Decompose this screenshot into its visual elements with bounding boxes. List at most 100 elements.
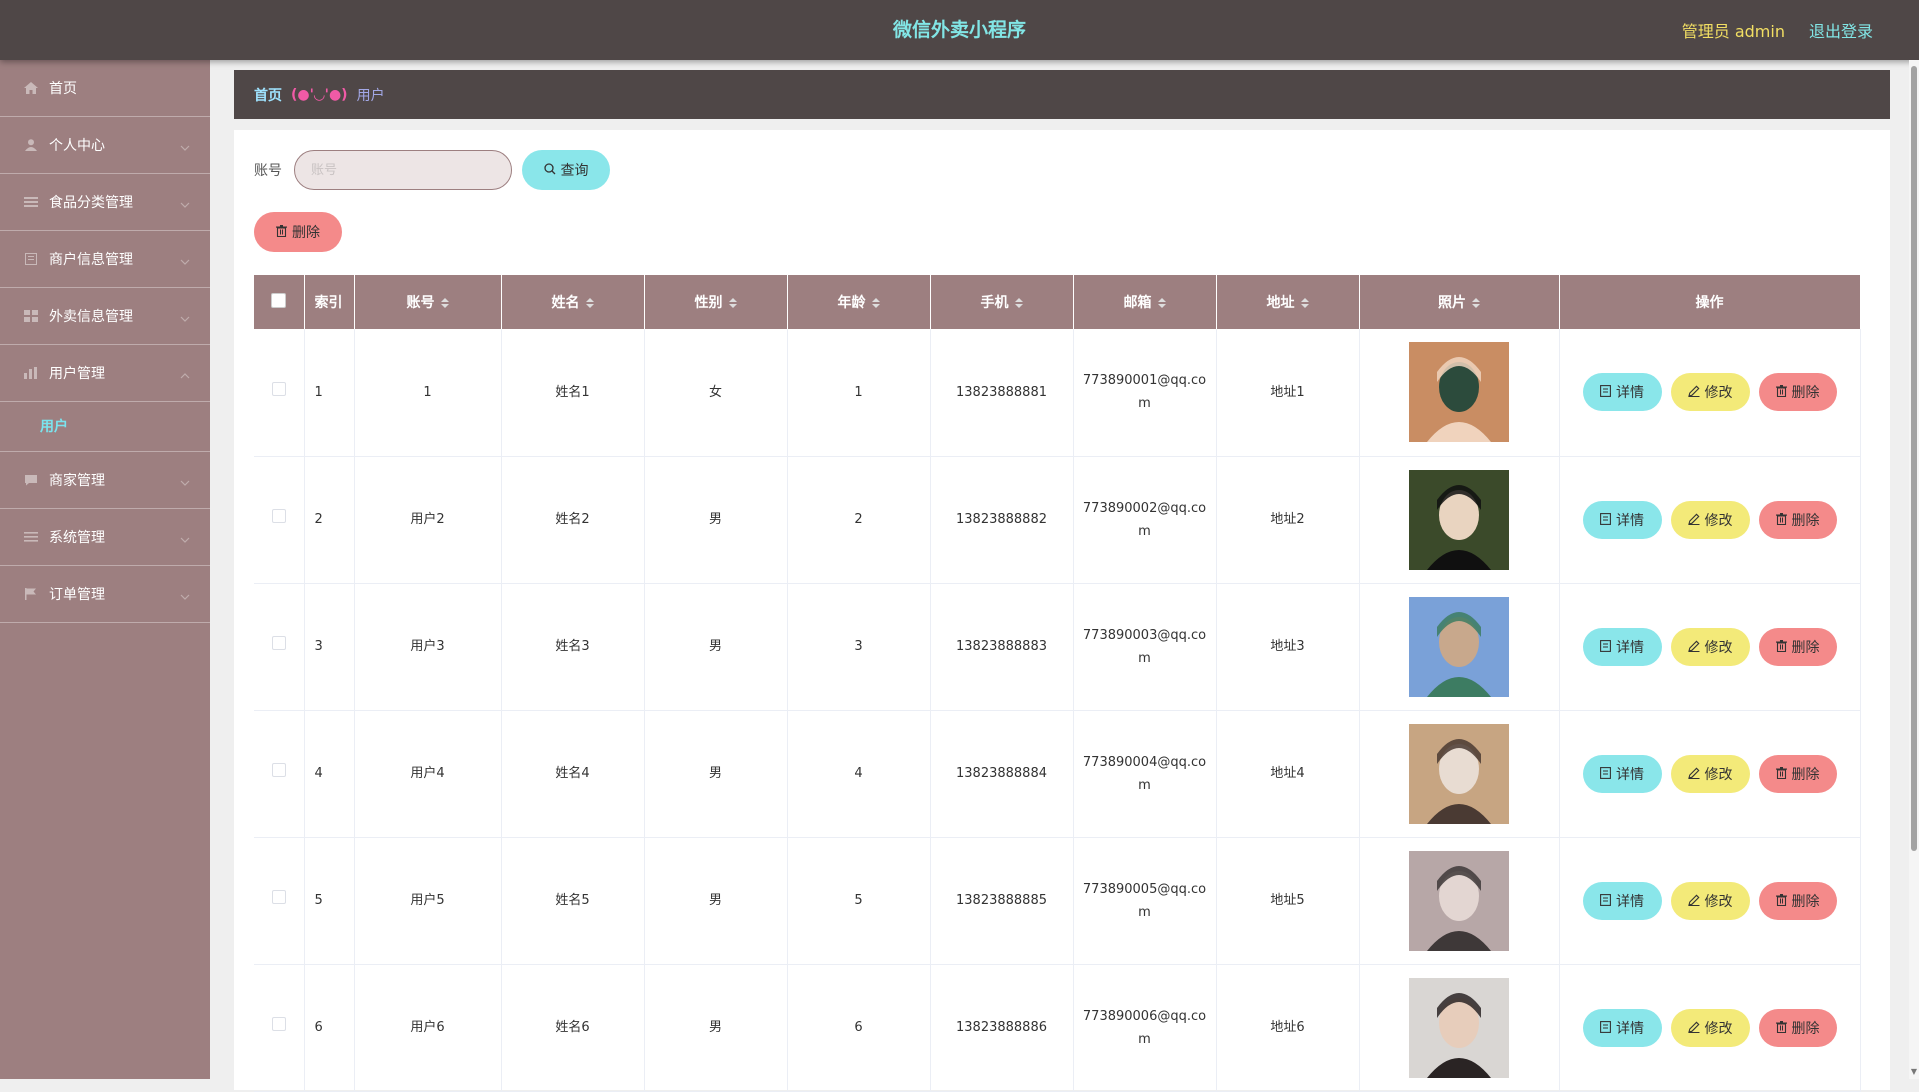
sidebar-item-personal-center[interactable]: 个人中心	[0, 117, 210, 174]
delete-button[interactable]: 删除	[1758, 881, 1837, 920]
edit-button[interactable]: 修改	[1670, 500, 1750, 539]
sort-icon[interactable]	[1300, 298, 1309, 308]
cell-phone: 13823888881	[930, 329, 1074, 456]
sidebar-item-user-management[interactable]: 用户管理	[0, 345, 210, 402]
detail-button[interactable]: 详情	[1582, 373, 1662, 412]
select-all-checkbox[interactable]	[271, 292, 287, 308]
delete-label: 删除	[1791, 892, 1820, 909]
header-account[interactable]: 账号	[354, 275, 502, 329]
grid-icon	[24, 310, 38, 322]
document-icon	[1600, 893, 1611, 909]
cell-age: 2	[787, 456, 931, 583]
detail-button[interactable]: 详情	[1582, 754, 1662, 793]
sidebar-item-takeout-info[interactable]: 外卖信息管理	[0, 288, 210, 345]
delete-button[interactable]: 删除	[1758, 500, 1837, 539]
breadcrumb: 首页 (●'◡'●) 用户	[234, 70, 1890, 119]
detail-button[interactable]: 详情	[1582, 1008, 1662, 1047]
sidebar-item-merchant-management[interactable]: 商家管理	[0, 452, 210, 509]
page-scrollbar[interactable]: ▼	[1909, 60, 1919, 1079]
header-email[interactable]: 邮箱	[1073, 275, 1217, 329]
delete-button[interactable]: 删除	[1758, 1008, 1837, 1047]
row-operations: 详情 修改 删除	[1560, 627, 1860, 666]
table-row: 3 用户3 姓名3 男 3 13823888883 773890003@qq.com 地址3 详…	[254, 583, 1861, 710]
sidebar-item-food-category[interactable]: 食品分类管理	[0, 174, 210, 231]
sidebar-item-label: 用户管理	[49, 366, 105, 382]
select-all-cell[interactable]	[254, 275, 305, 329]
header-address[interactable]: 地址	[1216, 275, 1360, 329]
row-select-cell[interactable]	[254, 964, 305, 1091]
cell-email: 773890003@qq.com	[1073, 583, 1217, 710]
document-icon	[1600, 1020, 1611, 1036]
query-button-label: 查询	[560, 162, 589, 178]
detail-button[interactable]: 详情	[1582, 500, 1662, 539]
row-checkbox[interactable]	[271, 763, 286, 777]
edit-label: 修改	[1704, 384, 1733, 401]
sort-icon[interactable]	[728, 298, 737, 308]
sidebar-item-order-management[interactable]: 订单管理	[0, 566, 210, 623]
edit-button[interactable]: 修改	[1670, 754, 1750, 793]
cell-index: 5	[304, 837, 355, 964]
row-select-cell[interactable]	[254, 329, 305, 456]
header-gender[interactable]: 性别	[644, 275, 788, 329]
delete-button[interactable]: 删除	[1758, 373, 1837, 412]
delete-button[interactable]: 删除	[1758, 627, 1837, 666]
bulk-delete-button[interactable]: 删除	[254, 212, 342, 252]
trash-icon	[276, 224, 287, 240]
sort-icon[interactable]	[585, 298, 594, 308]
edit-button[interactable]: 修改	[1670, 627, 1750, 666]
row-checkbox[interactable]	[271, 509, 286, 523]
detail-label: 详情	[1616, 765, 1644, 782]
pencil-icon	[1687, 1020, 1700, 1036]
row-select-cell[interactable]	[254, 456, 305, 583]
cell-age: 3	[787, 583, 931, 710]
row-checkbox[interactable]	[271, 890, 286, 904]
sidebar-subitem-user[interactable]: 用户	[0, 402, 210, 452]
delete-label: 删除	[1791, 511, 1820, 528]
user-photo[interactable]	[1409, 977, 1509, 1078]
row-select-cell[interactable]	[254, 710, 305, 837]
row-checkbox[interactable]	[271, 381, 286, 396]
row-select-cell[interactable]	[254, 837, 305, 964]
sort-icon[interactable]	[440, 298, 449, 308]
row-checkbox[interactable]	[271, 636, 286, 650]
scroll-down-arrow-icon[interactable]: ▼	[1909, 1067, 1919, 1077]
row-select-cell[interactable]	[254, 583, 305, 710]
user-photo[interactable]	[1409, 723, 1509, 824]
edit-button[interactable]: 修改	[1670, 881, 1750, 920]
sidebar-item-home[interactable]: 首页	[0, 60, 210, 117]
sidebar-item-merchant-info[interactable]: 商户信息管理	[0, 231, 210, 288]
sidebar-item-system-management[interactable]: 系统管理	[0, 509, 210, 566]
header-age[interactable]: 年龄	[787, 275, 931, 329]
row-checkbox[interactable]	[271, 1017, 286, 1031]
logout-link[interactable]: 退出登录	[1809, 18, 1873, 42]
sort-icon[interactable]	[1157, 298, 1166, 308]
edit-button[interactable]: 修改	[1670, 1008, 1750, 1047]
chevron-down-icon	[180, 531, 190, 547]
cell-address: 地址4	[1216, 710, 1360, 837]
header-name[interactable]: 姓名	[501, 275, 645, 329]
sidebar-item-label: 个人中心	[49, 138, 105, 154]
sort-icon[interactable]	[1014, 298, 1023, 308]
header-photo[interactable]: 照片	[1359, 275, 1560, 329]
scrollbar-thumb[interactable]	[1911, 66, 1917, 851]
detail-button[interactable]: 详情	[1582, 627, 1662, 666]
header-phone[interactable]: 手机	[930, 275, 1074, 329]
edit-label: 修改	[1704, 765, 1733, 782]
cell-phone: 13823888884	[930, 710, 1074, 837]
query-button[interactable]: 查询	[522, 150, 610, 190]
user-photo[interactable]	[1409, 850, 1509, 951]
chevron-down-icon	[180, 588, 190, 604]
cell-email: 773890004@qq.com	[1073, 710, 1217, 837]
user-photo[interactable]	[1409, 342, 1509, 443]
sort-icon[interactable]	[871, 298, 880, 308]
chat-icon	[24, 474, 38, 486]
edit-button[interactable]: 修改	[1670, 373, 1750, 412]
user-photo[interactable]	[1409, 469, 1509, 570]
sort-icon[interactable]	[1472, 298, 1480, 308]
user-photo[interactable]	[1409, 596, 1509, 697]
detail-button[interactable]: 详情	[1582, 881, 1662, 920]
account-search-input[interactable]	[294, 150, 512, 190]
cell-name: 姓名1	[501, 329, 645, 456]
delete-button[interactable]: 删除	[1758, 754, 1837, 793]
breadcrumb-home[interactable]: 首页	[254, 85, 282, 105]
